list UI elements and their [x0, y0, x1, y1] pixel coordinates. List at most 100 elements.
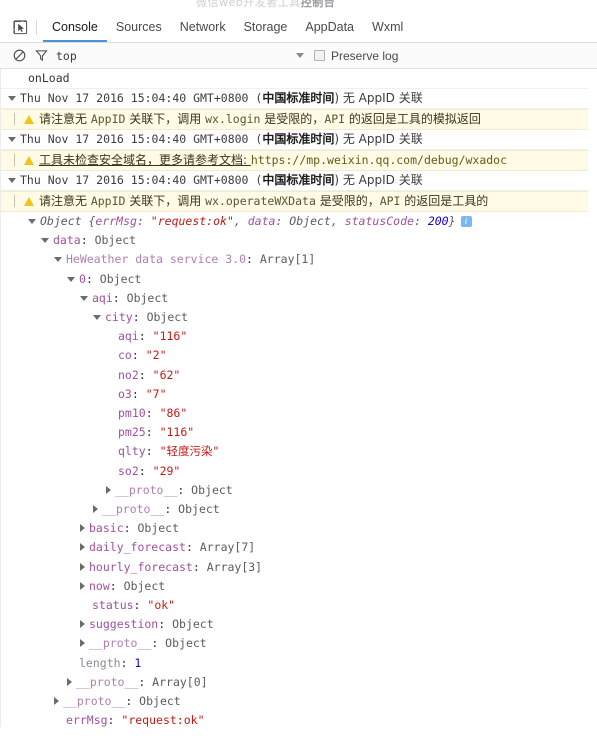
object-tree-separator: : [132, 310, 147, 325]
object-tree-separator: : [185, 540, 200, 555]
chevron-right-icon[interactable] [80, 639, 85, 648]
chevron-down-icon[interactable] [54, 257, 62, 263]
chevron-right-icon[interactable] [80, 524, 85, 533]
object-tree-row[interactable]: city: Object [0, 308, 597, 327]
object-tree-row[interactable]: no2: "62" [0, 366, 597, 385]
warning-link[interactable]: https://mp.weixin.qq.com/debug/wxadoc [251, 153, 507, 167]
object-tree-separator: : [158, 617, 173, 632]
console-warning-row[interactable]: 请注意无 AppID 关联下，调用 wx.operateWXData 是受限的，… [0, 191, 597, 212]
execution-context-selector[interactable]: top [56, 49, 314, 63]
object-tree-row[interactable]: co: "2" [0, 346, 597, 365]
object-tree-row[interactable]: now: Object [0, 577, 597, 596]
object-tree-row[interactable]: __proto__: Object [0, 692, 597, 711]
object-tree-row[interactable]: hourly_forecast: Array[3] [0, 558, 597, 577]
object-tree-row[interactable]: pm25: "116" [0, 423, 597, 442]
object-tree-separator: : [138, 674, 153, 689]
object-tree-row[interactable]: status: "ok" [0, 596, 597, 615]
warning-code-3: API [324, 112, 346, 126]
object-tree-row[interactable]: basic: Object [0, 519, 597, 538]
object-tree-row[interactable]: o3: "7" [0, 385, 597, 404]
chevron-right-icon[interactable] [80, 620, 85, 629]
info-badge-icon[interactable]: i [460, 216, 472, 227]
chevron-right-icon[interactable] [80, 543, 85, 552]
console-object-tree[interactable]: Object {errMsg: "request:ok", data: Obje… [0, 212, 597, 727]
chevron-down-icon[interactable] [41, 238, 49, 244]
object-tree-key: hourly_forecast [89, 559, 193, 574]
chevron-down-icon[interactable] [28, 219, 36, 224]
chevron-down-icon[interactable] [8, 96, 16, 101]
console-log-row[interactable]: onLoad [0, 69, 597, 89]
tab-storage[interactable]: Storage [235, 13, 297, 42]
object-tree-row[interactable]: qlty: "轻度污染" [0, 442, 597, 461]
group-indent-bar [14, 195, 15, 207]
object-tree-row[interactable]: __proto__: Object [0, 481, 597, 500]
tab-sources[interactable]: Sources [107, 13, 171, 42]
chevron-right-icon[interactable] [67, 677, 72, 686]
object-tree-row[interactable]: __proto__: Array[0] [0, 673, 597, 692]
object-tree-row[interactable]: daily_forecast: Array[7] [0, 538, 597, 557]
devtools-console-panel: 微信web开发者工具控制台 Console Sources Network St… [0, 0, 597, 744]
tab-wxml[interactable]: Wxml [363, 13, 412, 42]
chevron-right-icon[interactable] [54, 697, 59, 706]
console-group-header-row[interactable]: Thu Nov 17 2016 15:04:40 GMT+0800 (中国标准时… [0, 130, 597, 150]
chevron-down-icon[interactable] [67, 276, 75, 282]
preserve-log-toggle[interactable]: Preserve log [314, 49, 398, 63]
object-tree-row[interactable]: __proto__: Object [0, 634, 597, 653]
filter-button[interactable] [30, 49, 52, 62]
object-tree-row[interactable]: aqi: Object [0, 289, 597, 308]
tab-appdata-label: AppData [305, 19, 355, 34]
object-tree-key: qlty [118, 444, 146, 459]
object-tree-row[interactable]: HeWeather data service 3.0: Array[1] [0, 250, 597, 269]
console-group-header-row[interactable]: Thu Nov 17 2016 15:04:40 GMT+0800 (中国标准时… [0, 171, 597, 191]
warning-triangle-icon [24, 156, 34, 165]
object-tree-value: Array[1] [259, 252, 316, 267]
object-tree-value: Object [123, 578, 166, 593]
object-tree-row[interactable]: __proto__: Object [0, 500, 597, 519]
object-tree-separator: : [177, 482, 192, 497]
tab-console[interactable]: Console [43, 13, 107, 42]
object-tree-row[interactable]: errMsg: "request:ok" [0, 711, 597, 727]
object-tree-key: errMsg [66, 713, 108, 727]
inspect-element-button[interactable] [6, 13, 34, 42]
clear-console-button[interactable] [8, 49, 30, 62]
chevron-down-icon[interactable] [80, 295, 88, 301]
object-tree-row[interactable]: pm10: "86" [0, 404, 597, 423]
tab-appdata[interactable]: AppData [296, 13, 363, 42]
object-tree-row[interactable]: aqi: "116" [0, 327, 597, 346]
console-group-header-row[interactable]: Thu Nov 17 2016 15:04:40 GMT+0800 (中国标准时… [0, 89, 597, 109]
object-tree-row[interactable]: length: 1 [0, 654, 597, 673]
console-warning-row[interactable]: 请注意无 AppID 关联下，调用 wx.login 是受限的，API 的返回是… [0, 109, 597, 130]
chevron-right-icon[interactable] [80, 562, 85, 571]
object-tree-value: "ok" [147, 598, 176, 613]
tab-network[interactable]: Network [171, 13, 235, 42]
chevron-down-icon[interactable] [8, 178, 16, 183]
chevron-down-icon[interactable] [8, 137, 16, 142]
object-tree-value: "request:ok" [121, 713, 205, 727]
object-tree-value: Object [178, 502, 220, 517]
object-preview-row[interactable]: Object {errMsg: "request:ok", data: Obje… [0, 212, 597, 231]
warning-code-1: AppID [90, 194, 126, 208]
timestamp-prefix: Thu Nov 17 2016 15:04:40 GMT+0800 ( [20, 173, 263, 187]
console-log-text: onLoad [28, 71, 70, 85]
console-message-list[interactable]: onLoad Thu Nov 17 2016 15:04:40 GMT+0800… [0, 69, 597, 727]
warning-text-3: 是受限的， [260, 112, 325, 126]
object-tree-row[interactable]: 0: Object [0, 270, 597, 289]
console-scrollbar[interactable] [588, 69, 597, 727]
chevron-right-icon[interactable] [106, 485, 111, 494]
object-tree-row[interactable]: suggestion: Object [0, 615, 597, 634]
console-warning-row[interactable]: 工具未检查安全域名，更多请参考文档: https://mp.weixin.qq.… [0, 150, 597, 171]
chevron-down-icon[interactable] [93, 315, 101, 321]
warning-code-3: API [379, 194, 401, 208]
object-tree-row[interactable]: so2: "29" [0, 462, 597, 481]
object-tree-row[interactable]: data: Object [0, 231, 597, 250]
object-tree-key: __proto__ [63, 694, 126, 709]
filter-funnel-icon [34, 50, 48, 62]
object-tree-key: daily_forecast [89, 540, 186, 555]
warning-triangle-icon [24, 197, 34, 206]
object-tree-value: "2" [145, 348, 167, 363]
chevron-right-icon[interactable] [80, 581, 85, 590]
preserve-log-checkbox[interactable] [314, 50, 325, 61]
chevron-right-icon[interactable] [93, 505, 98, 514]
object-tree-separator: : [138, 367, 153, 382]
object-tree-key: aqi [118, 329, 139, 344]
